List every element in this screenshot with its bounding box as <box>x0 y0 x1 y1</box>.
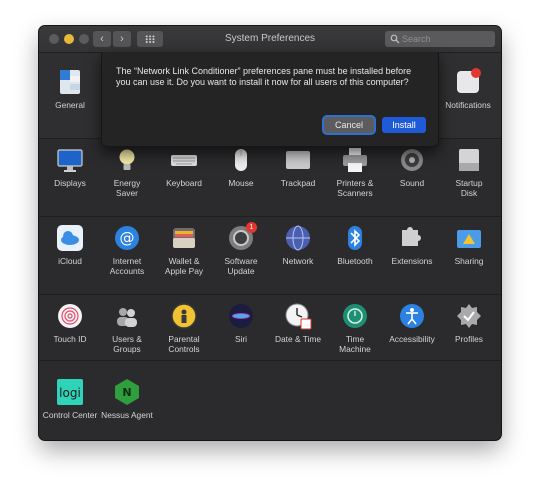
mouse-icon <box>227 146 255 174</box>
cancel-button[interactable]: Cancel <box>324 117 374 133</box>
at-sign-icon: @ <box>113 224 141 252</box>
dialog-message: The “Network Link Conditioner” preferenc… <box>116 66 412 87</box>
svg-text:N: N <box>122 386 131 399</box>
accessibility-icon <box>398 302 426 330</box>
update-count-badge: 1 <box>246 222 257 233</box>
pane-startup-disk[interactable]: Startup Disk <box>435 146 501 198</box>
chevron-right-icon: › <box>120 33 124 45</box>
svg-text:@: @ <box>120 229 135 247</box>
clock-icon <box>284 302 312 330</box>
folder-icon <box>455 224 483 252</box>
general-icon <box>56 68 84 96</box>
time-machine-icon <box>341 302 369 330</box>
siri-icon <box>227 302 255 330</box>
close-button[interactable] <box>49 34 59 44</box>
row-divider <box>39 360 501 361</box>
search-placeholder: Search <box>402 34 431 44</box>
pane-sharing[interactable]: Sharing <box>435 224 501 266</box>
search-icon <box>390 34 400 44</box>
pane-label: Profiles <box>455 334 483 344</box>
speaker-icon <box>398 146 426 174</box>
svg-text:logi: logi <box>59 386 81 400</box>
row-divider <box>39 294 501 295</box>
row-divider <box>39 216 501 217</box>
install-dialog: The “Network Link Conditioner” preferenc… <box>101 52 439 147</box>
parental-controls-icon <box>170 302 198 330</box>
notifications-icon <box>454 68 482 96</box>
globe-icon <box>284 224 312 252</box>
keyboard-icon <box>170 146 198 174</box>
back-button[interactable]: ‹ <box>93 31 111 47</box>
bluetooth-icon <box>341 224 369 252</box>
pane-label: Nessus Agent <box>101 410 153 420</box>
logi-logo-icon: logi <box>56 378 84 406</box>
puzzle-icon <box>398 224 426 252</box>
system-preferences-window: System Preferences ‹ › Search General No… <box>39 26 501 440</box>
minimize-button[interactable] <box>64 34 74 44</box>
show-all-button[interactable] <box>137 31 163 47</box>
pane-profiles[interactable]: Profiles <box>435 302 501 344</box>
nessus-hexagon-icon: N <box>113 378 141 406</box>
pane-nessus-agent[interactable]: N Nessus Agent <box>93 378 161 420</box>
forward-button[interactable]: › <box>113 31 131 47</box>
zoom-button[interactable] <box>79 34 89 44</box>
badge-check-icon <box>455 302 483 330</box>
users-icon <box>113 302 141 330</box>
hard-disk-icon <box>455 146 483 174</box>
trackpad-icon <box>284 146 312 174</box>
pane-label: General <box>55 100 85 110</box>
install-button[interactable]: Install <box>382 117 426 133</box>
pane-label: Sharing <box>454 256 484 266</box>
pane-general[interactable]: General <box>39 68 104 110</box>
pane-label: Notifications <box>445 100 491 110</box>
grid-icon <box>145 35 155 43</box>
lightbulb-icon <box>113 146 141 174</box>
pane-label: Startup Disk <box>455 178 483 198</box>
title-bar: System Preferences ‹ › Search <box>39 26 501 53</box>
icloud-icon <box>56 224 84 252</box>
pane-notifications[interactable]: Notifications <box>434 68 501 110</box>
gear-icon: 1 <box>227 222 257 252</box>
chevron-left-icon: ‹ <box>100 33 104 45</box>
printer-icon <box>341 146 369 174</box>
search-field[interactable]: Search <box>385 31 495 47</box>
display-icon <box>56 146 84 174</box>
fingerprint-icon <box>56 302 84 330</box>
wallet-icon <box>170 224 198 252</box>
